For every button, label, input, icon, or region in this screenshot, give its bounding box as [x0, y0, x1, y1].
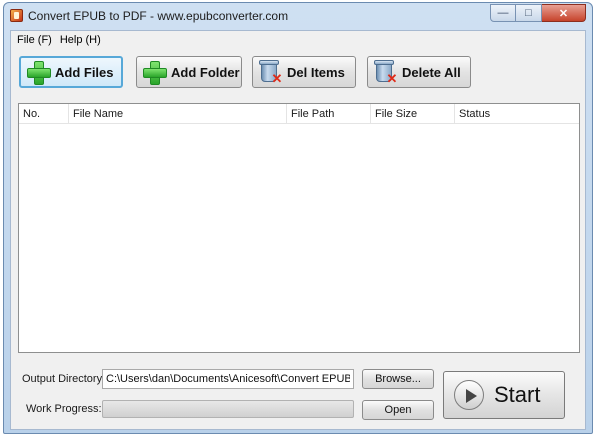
close-button[interactable]: ✕ — [542, 4, 586, 22]
work-progress-bar — [102, 400, 354, 418]
column-header-status[interactable]: Status — [455, 104, 581, 124]
app-window: Convert EPUB to PDF - www.epubconverter.… — [3, 2, 593, 434]
menu-file[interactable]: File (F) — [15, 34, 58, 46]
bottom-panel: Output Directory: Browse... Work Progres… — [11, 361, 585, 431]
window-controls: — □ ✕ — [490, 4, 586, 22]
app-icon — [10, 9, 23, 22]
column-header-file-path[interactable]: File Path — [287, 104, 371, 124]
work-progress-label: Work Progress: — [26, 403, 102, 415]
file-list[interactable]: No. File Name File Path File Size Status — [18, 103, 580, 353]
start-label: Start — [494, 382, 541, 407]
column-header-file-name[interactable]: File Name — [69, 104, 287, 124]
minimize-button[interactable]: — — [490, 4, 516, 22]
play-icon — [454, 380, 484, 410]
delete-all-button[interactable]: ✕ Delete All — [367, 56, 471, 88]
recycle-bin-delete-icon: ✕ — [374, 60, 397, 85]
delete-all-label: Delete All — [402, 64, 461, 80]
recycle-bin-delete-icon: ✕ — [259, 60, 282, 85]
menu-bar: File (F) Help (H) — [11, 31, 585, 49]
start-button[interactable]: Start — [443, 371, 565, 419]
add-folder-label: Add Folder — [171, 64, 240, 80]
window-title: Convert EPUB to PDF - www.epubconverter.… — [28, 9, 289, 23]
output-directory-label: Output Directory: — [22, 373, 106, 385]
open-button[interactable]: Open — [362, 400, 434, 420]
add-files-button[interactable]: Add Files — [19, 56, 123, 88]
add-files-label: Add Files — [55, 64, 114, 80]
del-items-button[interactable]: ✕ Del Items — [252, 56, 356, 88]
plus-icon — [27, 61, 51, 85]
column-header-no[interactable]: No. — [19, 104, 69, 124]
column-header-file-size[interactable]: File Size — [371, 104, 455, 124]
plus-icon — [143, 61, 167, 85]
client-area: File (F) Help (H) Add Files Add Folder ✕… — [10, 30, 586, 430]
menu-help[interactable]: Help (H) — [58, 34, 107, 46]
add-folder-button[interactable]: Add Folder — [136, 56, 242, 88]
del-items-label: Del Items — [287, 64, 345, 80]
output-directory-field[interactable] — [102, 369, 354, 389]
title-bar[interactable]: Convert EPUB to PDF - www.epubconverter.… — [4, 3, 592, 29]
browse-button[interactable]: Browse... — [362, 369, 434, 389]
file-list-header: No. File Name File Path File Size Status — [19, 104, 579, 124]
maximize-button[interactable]: □ — [516, 4, 542, 22]
